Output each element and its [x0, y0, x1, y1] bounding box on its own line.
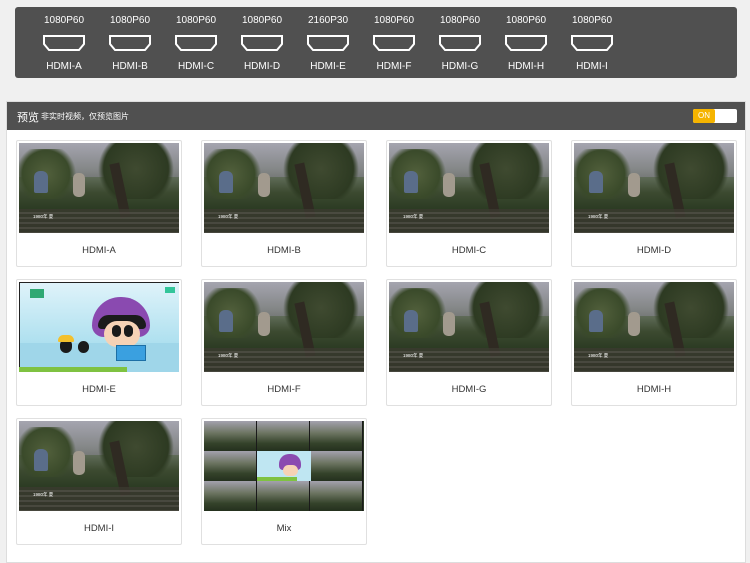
preview-card-label: HDMI-D: [636, 245, 672, 256]
preview-toggle[interactable]: ON: [693, 109, 737, 123]
preview-card-hdmi-b[interactable]: 1980年 夏 HDMI-B: [201, 140, 367, 267]
preview-thumbnail: 1980年 夏: [204, 143, 364, 233]
input-resolution: 1080P60: [373, 15, 415, 26]
input-name: HDMI-H: [507, 61, 545, 72]
hdmi-port-icon: [175, 35, 217, 51]
preview-card-hdmi-i[interactable]: 1980年 夏 HDMI-I: [16, 418, 182, 545]
input-resolution: 2160P30: [307, 15, 349, 26]
preview-card-hdmi-h[interactable]: 1980年 夏 HDMI-H: [571, 279, 737, 406]
preview-thumbnail: [19, 282, 179, 372]
input-hdmi-a[interactable]: 1080P60 HDMI-A: [31, 7, 97, 78]
preview-card-label: HDMI-G: [451, 384, 487, 395]
input-name: HDMI-A: [46, 61, 82, 72]
hdmi-port-icon: [43, 35, 85, 51]
hdmi-port-icon: [439, 35, 481, 51]
preview-card-label: HDMI-B: [267, 245, 301, 256]
preview-card-hdmi-f[interactable]: 1980年 夏 HDMI-F: [201, 279, 367, 406]
preview-thumbnail: 1980年 夏: [574, 282, 734, 372]
preview-card-hdmi-g[interactable]: 1980年 夏 HDMI-G: [386, 279, 552, 406]
preview-card-hdmi-c[interactable]: 1980年 夏 HDMI-C: [386, 140, 552, 267]
input-resolution: 1080P60: [175, 15, 217, 26]
input-resolution: 1080P60: [241, 15, 283, 26]
thumbnail-caption: 1980年 夏: [588, 353, 609, 358]
input-name: HDMI-E: [310, 61, 346, 72]
preview-thumbnail: [204, 421, 364, 511]
input-hdmi-c[interactable]: 1080P60 HDMI-C: [163, 7, 229, 78]
input-resolution: 1080P60: [571, 15, 613, 26]
toggle-on-label: ON: [693, 109, 715, 123]
preview-card-label: HDMI-H: [636, 384, 672, 395]
thumbnail-caption: 1980年 夏: [403, 353, 424, 358]
hdmi-port-icon: [571, 35, 613, 51]
input-name: HDMI-I: [576, 61, 608, 72]
preview-card-label: Mix: [276, 523, 292, 534]
preview-card-label: HDMI-E: [82, 384, 116, 395]
preview-thumbnail: 1980年 夏: [389, 143, 549, 233]
preview-thumbnail: 1980年 夏: [574, 143, 734, 233]
input-hdmi-g[interactable]: 1080P60 HDMI-G: [427, 7, 493, 78]
thumbnail-caption: 1980年 夏: [588, 214, 609, 219]
preview-card-hdmi-a[interactable]: 1980年 夏 HDMI-A: [16, 140, 182, 267]
input-hdmi-h[interactable]: 1080P60 HDMI-H: [493, 7, 559, 78]
preview-thumbnail: 1980年 夏: [389, 282, 549, 372]
thumbnail-caption: 1980年 夏: [33, 492, 54, 497]
input-hdmi-f[interactable]: 1080P60 HDMI-F: [361, 7, 427, 78]
preview-header: 预览 非实时视频，仅预览图片 ON: [7, 102, 745, 130]
input-sources-bar: 1080P60 HDMI-A 1080P60 HDMI-B 1080P60 HD…: [15, 7, 737, 78]
preview-thumbnail: 1980年 夏: [19, 143, 179, 233]
thumbnail-caption: 1980年 夏: [218, 214, 239, 219]
input-hdmi-b[interactable]: 1080P60 HDMI-B: [97, 7, 163, 78]
preview-card-label: HDMI-I: [83, 523, 115, 534]
preview-thumbnail: 1980年 夏: [204, 282, 364, 372]
preview-thumbnail: 1980年 夏: [19, 421, 179, 511]
input-resolution: 1080P60: [505, 15, 547, 26]
hdmi-port-icon: [307, 35, 349, 51]
thumbnail-caption: 1980年 夏: [403, 214, 424, 219]
preview-subtitle: 非实时视频，仅预览图片: [41, 112, 129, 121]
input-name: HDMI-G: [441, 61, 479, 72]
input-resolution: 1080P60: [109, 15, 151, 26]
input-name: HDMI-F: [376, 61, 412, 72]
preview-panel: 预览 非实时视频，仅预览图片 ON 1980年 夏 HDMI-A 1980年 夏…: [6, 101, 746, 563]
input-hdmi-d[interactable]: 1080P60 HDMI-D: [229, 7, 295, 78]
input-hdmi-e[interactable]: 2160P30 HDMI-E: [295, 7, 361, 78]
input-hdmi-i[interactable]: 1080P60 HDMI-I: [559, 7, 625, 78]
input-resolution: 1080P60: [439, 15, 481, 26]
preview-card-hdmi-e[interactable]: HDMI-E: [16, 279, 182, 406]
hdmi-port-icon: [109, 35, 151, 51]
thumbnail-caption: 1980年 夏: [218, 353, 239, 358]
hdmi-port-icon: [373, 35, 415, 51]
hdmi-port-icon: [241, 35, 283, 51]
preview-card-label: HDMI-F: [267, 384, 301, 395]
channel-logo-icon: [30, 289, 44, 298]
preview-card-mix[interactable]: Mix: [201, 418, 367, 545]
preview-title: 预览: [17, 112, 39, 124]
preview-card-hdmi-d[interactable]: 1980年 夏 HDMI-D: [571, 140, 737, 267]
input-name: HDMI-C: [177, 61, 215, 72]
hdmi-port-icon: [505, 35, 547, 51]
input-resolution: 1080P60: [43, 15, 85, 26]
preview-card-label: HDMI-C: [451, 245, 487, 256]
preview-card-label: HDMI-A: [82, 245, 116, 256]
thumbnail-caption: 1980年 夏: [33, 214, 54, 219]
input-name: HDMI-D: [243, 61, 281, 72]
input-name: HDMI-B: [112, 61, 148, 72]
